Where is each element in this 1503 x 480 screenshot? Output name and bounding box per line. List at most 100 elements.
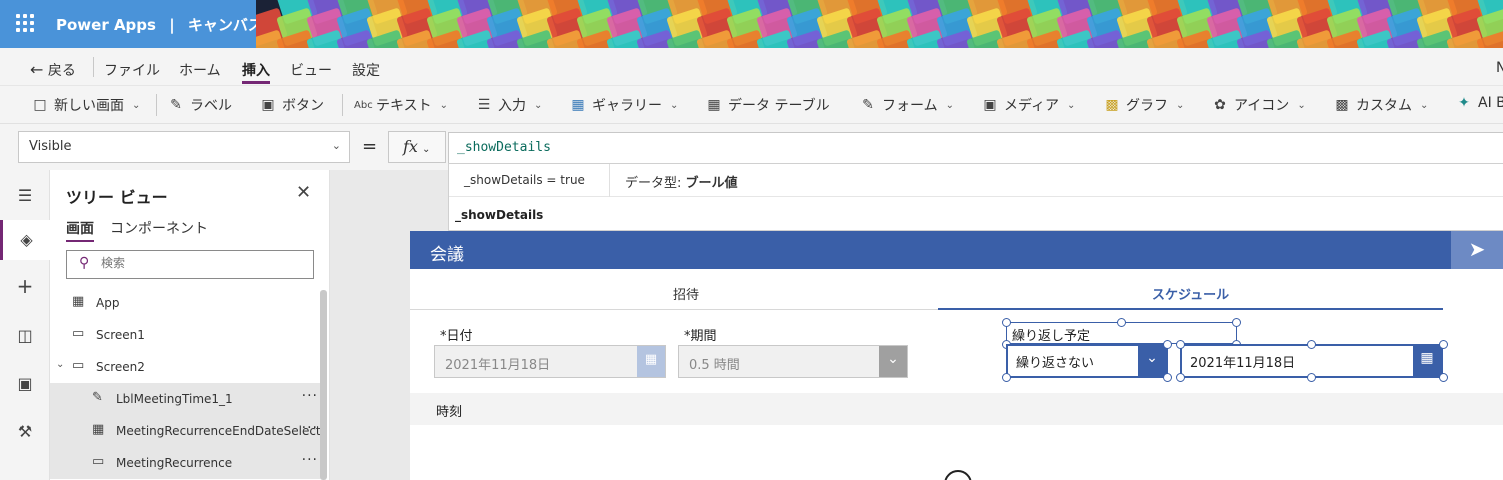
ai-builder-button[interactable]: ✦ AI B <box>1456 95 1503 111</box>
back-label: 戻る <box>47 63 76 79</box>
chevron-down-icon[interactable]: ⌄ <box>56 359 64 370</box>
media-icon[interactable]: ▣ <box>0 364 50 404</box>
recurrence-end-value: 2021年11月18日 <box>1190 356 1296 371</box>
resize-handle[interactable] <box>1176 373 1185 382</box>
button-button[interactable]: ▣ ボタン <box>260 95 324 115</box>
calendar-icon[interactable]: ▦ <box>637 346 665 377</box>
menu-settings[interactable]: 設定 <box>352 60 380 80</box>
charts-button-label: グラフ <box>1126 98 1168 114</box>
layers-icon[interactable]: ◈ <box>0 220 50 260</box>
tree-node-screen2[interactable]: ⌄ ▭ Screen2 <box>50 351 322 383</box>
custom-button-label: カスタム <box>1356 98 1412 114</box>
resize-handle[interactable] <box>1163 340 1172 349</box>
tree-node-lbl-meeting-time[interactable]: ✎ LblMeetingTime1_1 ··· <box>50 383 322 415</box>
tab-components[interactable]: コンポーネント <box>110 218 208 238</box>
time-section: 時刻 <box>410 393 1503 425</box>
menu-view[interactable]: ビュー <box>290 60 332 80</box>
tree-node-app[interactable]: ▦ App <box>50 287 322 319</box>
duration-dropdown[interactable]: 0.5 時間 ⌄ <box>678 345 908 378</box>
media-button[interactable]: ▣ メディア ⌄ <box>982 95 1075 115</box>
send-icon[interactable]: ➤ <box>1451 231 1503 269</box>
resize-handle[interactable] <box>1232 318 1241 327</box>
formula-result-row: _showDetails = true データ型: ブール値 <box>449 164 1503 197</box>
new-screen-button[interactable]: □ 新しい画面 ⌄ <box>32 95 140 115</box>
product-name: Power Apps <box>56 16 156 34</box>
back-button[interactable]: ← 戻る <box>30 60 76 80</box>
plus-icon[interactable]: + <box>0 268 50 308</box>
resize-handle[interactable] <box>1163 373 1172 382</box>
database-icon[interactable]: ◫ <box>0 316 50 356</box>
ai-builder-label: AI B <box>1478 95 1503 111</box>
arrow-left-icon: ← <box>30 60 44 79</box>
tab-invite[interactable]: 招待 <box>673 284 699 303</box>
data-type-value: ブール値 <box>685 176 738 191</box>
chevron-down-icon[interactable]: ⌄ <box>1138 346 1166 376</box>
gallery-icon: ▦ <box>571 97 585 113</box>
screen-icon: ▭ <box>72 326 85 341</box>
new-screen-label: 新しい画面 <box>54 98 124 114</box>
formula-input[interactable]: _showDetails <box>448 132 1503 164</box>
recurrence-dropdown[interactable]: 繰り返さない ⌄ <box>1006 344 1168 378</box>
charts-button[interactable]: ▩ グラフ ⌄ <box>1104 95 1184 115</box>
tree-node-recurrence[interactable]: ▭ MeetingRecurrence ··· <box>50 447 322 479</box>
tree-node-label: Screen2 <box>96 360 145 374</box>
app-title: Power Apps | キャンバス <box>56 14 263 35</box>
hamburger-icon[interactable]: ☰ <box>0 176 50 216</box>
custom-button[interactable]: ▩ カスタム ⌄ <box>1334 95 1428 115</box>
tree-node-recurrence-end[interactable]: ▦ MeetingRecurrenceEndDateSelect ··· <box>50 415 322 447</box>
resize-handle[interactable] <box>1439 340 1448 349</box>
tree-scrollbar[interactable] <box>320 290 327 480</box>
chevron-down-icon: ⌄ <box>534 99 543 111</box>
resize-handle[interactable] <box>1307 340 1316 349</box>
search-icon: ⚲ <box>79 255 90 271</box>
chevron-down-icon: ⌄ <box>421 144 431 155</box>
more-options-icon[interactable]: ··· <box>302 388 318 404</box>
menu-divider <box>93 57 94 77</box>
tab-schedule[interactable]: スケジュール <box>1152 284 1229 303</box>
date-label: *日付 <box>440 329 473 344</box>
tree-view-title: ツリー ビュー <box>66 188 168 207</box>
resize-handle[interactable] <box>1117 318 1126 327</box>
chevron-down-icon[interactable]: ⌄ <box>879 346 907 377</box>
property-dropdown[interactable]: Visible ⌄ <box>18 131 350 163</box>
icons-button[interactable]: ✿ アイコン ⌄ <box>1212 95 1306 115</box>
label-button[interactable]: ✎ ラベル <box>168 95 232 115</box>
bar-chart-icon: ▩ <box>1105 97 1119 113</box>
resize-handle[interactable] <box>1002 318 1011 327</box>
chevron-down-icon: ⌄ <box>331 139 341 152</box>
edit-label-icon: ✎ <box>170 97 182 113</box>
tree-node-screen1[interactable]: ▭ Screen1 <box>50 319 322 351</box>
menu-home[interactable]: ホーム <box>179 60 221 80</box>
search-input[interactable] <box>101 256 301 270</box>
input-button[interactable]: ☰ 入力 ⌄ <box>476 95 543 115</box>
dropdown-icon: ▭ <box>92 454 105 469</box>
menu-bar: ← 戻る ファイル ホーム 挿入 ビュー 設定 N <box>0 48 1503 86</box>
data-table-label: データ テーブル <box>728 98 830 114</box>
tree-node-label: App <box>96 296 120 310</box>
more-options-icon[interactable]: ··· <box>302 420 318 436</box>
text-button[interactable]: Abc テキスト ⌄ <box>354 95 448 115</box>
more-options-icon[interactable]: ··· <box>302 452 318 468</box>
menu-insert[interactable]: 挿入 <box>242 60 270 84</box>
menu-file[interactable]: ファイル <box>104 60 160 80</box>
data-table-button[interactable]: ▦ データ テーブル <box>706 95 830 115</box>
date-picker[interactable]: 2021年11月18日 ▦ <box>434 345 666 378</box>
tree-node-label: MeetingRecurrenceEndDateSelect <box>116 424 321 438</box>
formula-suggestion[interactable]: _showDetails <box>455 208 543 222</box>
tree-search[interactable]: ⚲ <box>66 250 314 279</box>
resize-handle[interactable] <box>1176 340 1185 349</box>
fx-button[interactable]: fx ⌄ <box>388 131 446 163</box>
resize-handle[interactable] <box>1439 373 1448 382</box>
tools-icon[interactable]: ⚒ <box>0 412 50 452</box>
table-icon: ▦ <box>707 97 721 113</box>
resize-handle[interactable] <box>1307 373 1316 382</box>
waffle-icon[interactable] <box>16 14 34 32</box>
forms-button[interactable]: ✎ フォーム ⌄ <box>860 95 954 115</box>
tree-node-label: MeetingRecurrence <box>116 456 233 470</box>
resize-handle[interactable] <box>1002 373 1011 382</box>
tab-screens[interactable]: 画面 <box>66 218 94 242</box>
close-icon[interactable]: ✕ <box>296 182 311 203</box>
calendar-icon[interactable]: ▦ <box>1413 346 1441 376</box>
data-type-label: データ型: <box>625 176 682 191</box>
gallery-button[interactable]: ▦ ギャラリー ⌄ <box>570 95 678 115</box>
